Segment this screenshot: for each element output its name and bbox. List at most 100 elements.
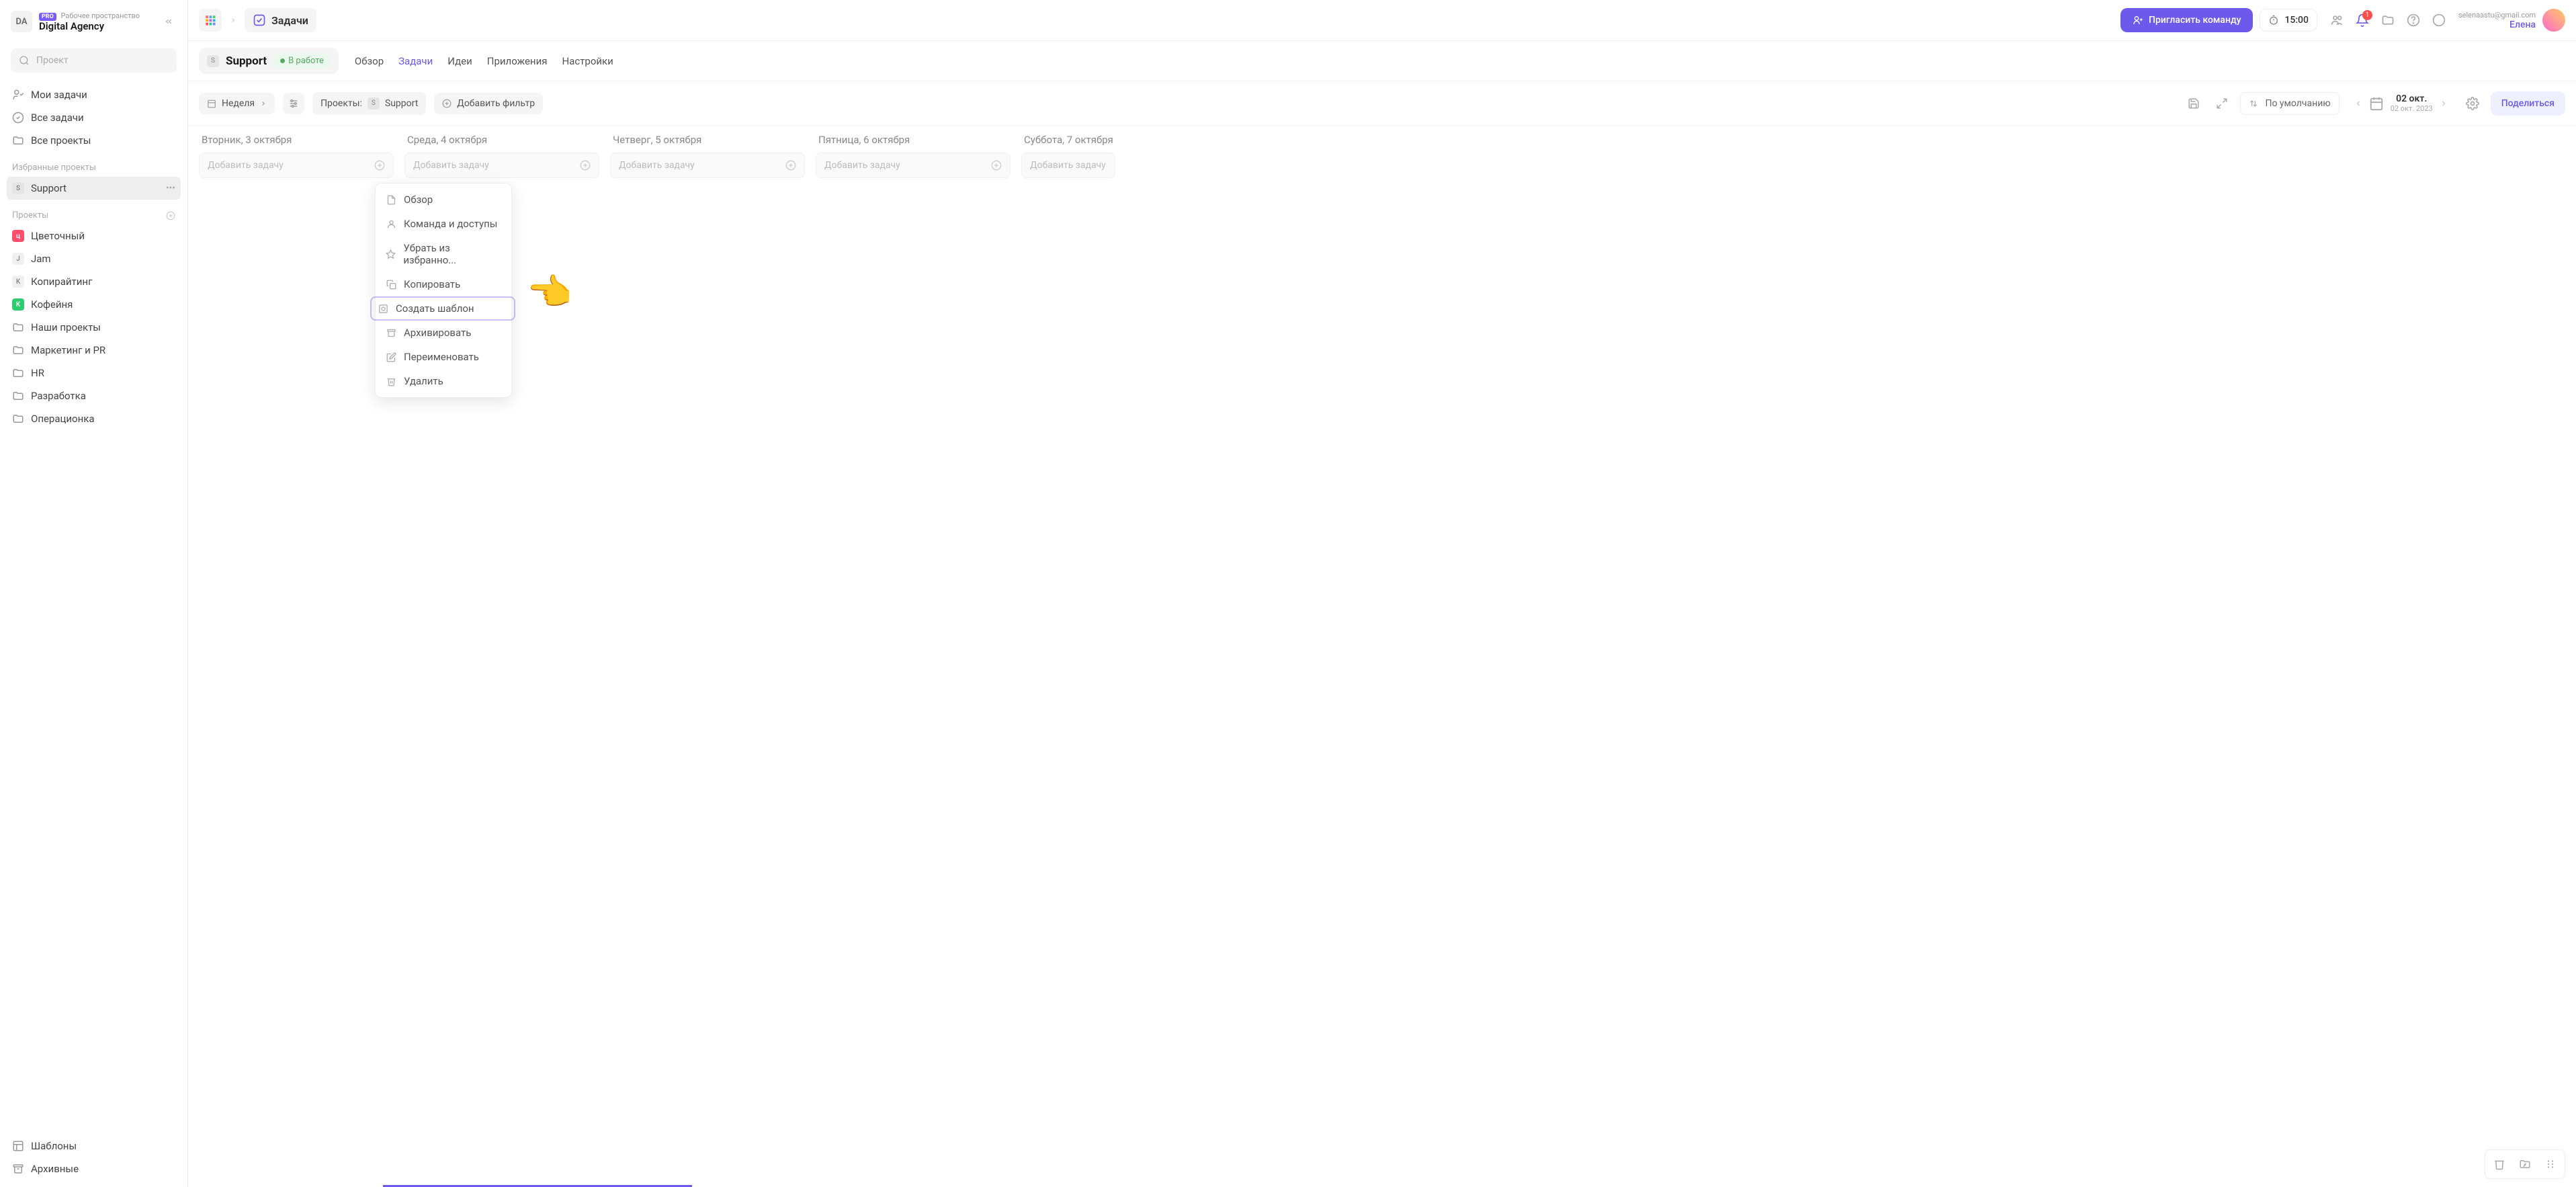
sidebar-item-tsvetochny[interactable]: ц Цветочный [7, 224, 181, 247]
add-task-input[interactable]: Добавить задачу [816, 153, 1011, 178]
plus-circle-icon[interactable] [580, 160, 591, 171]
filter-settings-chip[interactable] [283, 93, 304, 114]
sort-icon [2249, 99, 2258, 108]
plus-circle-icon[interactable] [374, 160, 385, 171]
menu-item-unfavorite[interactable]: Убрать из избранно... [376, 236, 511, 272]
stopwatch-icon [2268, 15, 2279, 26]
project-search[interactable]: Проект [11, 48, 177, 73]
favorites-section-title: Избранные проекты [0, 152, 187, 177]
folder-icon [12, 344, 24, 356]
sidebar-item-marketing-pr[interactable]: Маркетинг и PR [7, 339, 181, 362]
sort-chip[interactable]: По умолчанию [2240, 92, 2339, 115]
chevron-right-icon [230, 17, 237, 24]
menu-item-archive[interactable]: Архивировать [376, 321, 511, 345]
sidebar-item-jam[interactable]: J Jam [7, 247, 181, 270]
tab-tasks[interactable]: Задачи [398, 55, 433, 67]
save-icon [2188, 97, 2200, 110]
user-account-button[interactable]: selenaastu@gmail.com Елена [2458, 9, 2565, 32]
add-task-input[interactable]: Добавить задачу [1021, 153, 1115, 178]
project-filter-chip[interactable]: Проекты: S Support [312, 92, 426, 115]
trash-icon [2493, 1158, 2505, 1170]
project-badge: S [207, 55, 219, 67]
tab-apps[interactable]: Приложения [487, 55, 548, 67]
view-mode-chip[interactable]: Неделя [199, 93, 275, 114]
menu-item-rename[interactable]: Переименовать [376, 345, 511, 369]
share-button[interactable]: Поделиться [2491, 91, 2565, 116]
sidebar-item-label: Наши проекты [31, 321, 101, 333]
sidebar-item-our-projects[interactable]: Наши проекты [7, 316, 181, 339]
nav-templates[interactable]: Шаблоны [7, 1135, 181, 1157]
date-range-picker[interactable]: 02 окт. 02 окт. 2023 [2348, 89, 2454, 117]
sidebar-item-operations[interactable]: Операционка [7, 407, 181, 430]
delete-button[interactable] [2489, 1154, 2509, 1174]
folder-icon [12, 321, 24, 333]
add-task-input[interactable]: Добавить задачу [199, 153, 394, 178]
sidebar-item-copywriting[interactable]: K Копирайтинг [7, 270, 181, 293]
search-icon [19, 55, 30, 66]
calendar-icon [2369, 96, 2384, 111]
tab-overview[interactable]: Обзор [355, 55, 384, 67]
chevron-right-icon[interactable] [2440, 99, 2448, 108]
sidebar-item-support[interactable]: S Support ••• [7, 177, 181, 200]
sidebar-item-label: Разработка [31, 390, 86, 402]
sliders-icon [288, 98, 299, 109]
invite-team-label: Пригласить команду [2149, 15, 2241, 26]
edit-icon [385, 351, 397, 363]
tab-settings[interactable]: Настройки [562, 55, 613, 67]
invite-team-button[interactable]: Пригласить команду [2120, 8, 2253, 32]
sidebar-item-label: Цветочный [31, 230, 85, 242]
drag-handle[interactable] [2540, 1154, 2561, 1174]
chevron-right-icon [260, 100, 267, 107]
menu-item-overview[interactable]: Обзор [376, 188, 511, 212]
plus-circle-icon[interactable] [785, 160, 796, 171]
sidebar-item-label: Jam [31, 253, 51, 265]
topbar-icons: 1 [2329, 13, 2446, 28]
add-task-input[interactable]: Добавить задачу [610, 153, 805, 178]
project-title: Support [226, 54, 267, 68]
activity-button[interactable] [2432, 13, 2446, 28]
sidebar-item-label: Копирайтинг [31, 276, 92, 288]
column-saturday: Суббота, 7 октября Добавить задачу [1021, 134, 1115, 1179]
active-module-button[interactable]: Задачи [245, 8, 316, 32]
inbox-button[interactable] [2380, 13, 2395, 28]
plus-circle-icon[interactable] [991, 160, 1002, 171]
move-button[interactable] [2515, 1154, 2535, 1174]
nav-archive[interactable]: Архивные [7, 1157, 181, 1180]
nav-my-tasks[interactable]: Мои задачи [7, 83, 181, 106]
sidebar-item-development[interactable]: Разработка [7, 384, 181, 407]
template-icon [12, 1140, 24, 1152]
collapse-sidebar-button[interactable] [161, 13, 177, 30]
sidebar-item-label: Support [31, 182, 67, 194]
copy-icon [385, 278, 397, 290]
notifications-button[interactable]: 1 [2355, 13, 2370, 28]
tab-ideas[interactable]: Идеи [447, 55, 472, 67]
settings-button[interactable] [2462, 93, 2483, 114]
team-icon-button[interactable] [2329, 13, 2344, 28]
activity-icon [2432, 13, 2446, 27]
project-filter-name: Support [385, 98, 418, 109]
column-header: Вторник, 3 октября [199, 134, 394, 146]
nav-all-projects[interactable]: Все проекты [7, 129, 181, 152]
sidebar-item-hr[interactable]: HR [7, 362, 181, 384]
bottom-action-bar [2485, 1149, 2565, 1179]
menu-item-copy[interactable]: Копировать [376, 272, 511, 296]
save-view-button[interactable] [2184, 93, 2204, 114]
sidebar-item-kofeinya[interactable]: K Кофейня [7, 293, 181, 316]
add-filter-chip[interactable]: Добавить фильтр [434, 93, 543, 114]
favorites-list: S Support ••• [0, 177, 187, 200]
chevron-left-icon[interactable] [2354, 99, 2362, 108]
apps-menu-button[interactable] [199, 9, 222, 32]
project-badge: J [12, 253, 24, 265]
menu-item-create-template[interactable]: Создать шаблон [370, 296, 515, 321]
fullscreen-button[interactable] [2212, 93, 2232, 114]
nav-all-tasks[interactable]: Все задачи [7, 106, 181, 129]
project-title-block[interactable]: S Support В работе [199, 48, 339, 74]
menu-item-delete[interactable]: Удалить [376, 369, 511, 393]
menu-item-team[interactable]: Команда и доступы [376, 212, 511, 236]
workspace-header[interactable]: DA PRO Рабочее пространство Digital Agen… [0, 0, 187, 43]
timer-button[interactable]: 15:00 [2260, 9, 2317, 32]
add-project-button[interactable] [166, 211, 175, 220]
help-button[interactable] [2406, 13, 2421, 28]
more-icon[interactable]: ••• [166, 183, 175, 194]
add-task-input[interactable]: Добавить задачу [404, 153, 599, 178]
